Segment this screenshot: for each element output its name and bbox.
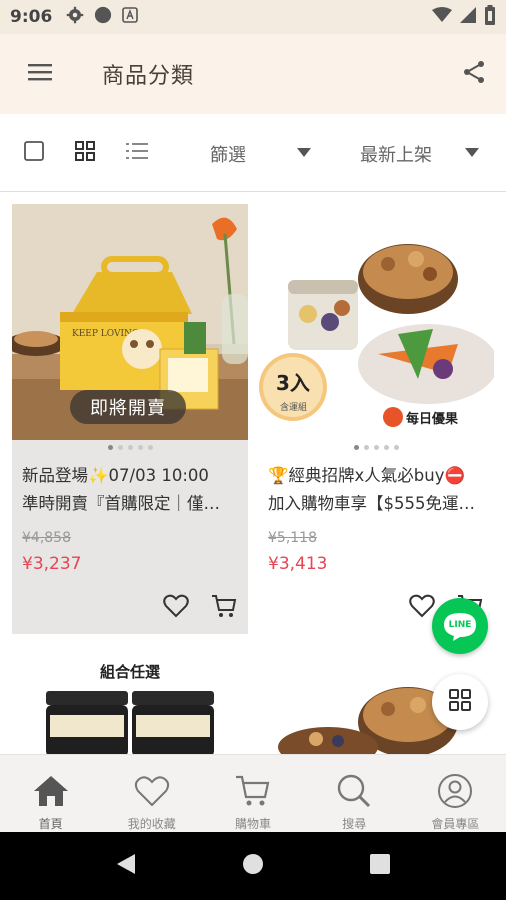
product-title[interactable]: 新品登場✨07/03 10:00 準時開賣『首購限定｜僅…	[22, 462, 240, 518]
sort-dropdown[interactable]: 最新上架	[360, 141, 432, 167]
product-image[interactable]	[12, 687, 248, 754]
sale-price: ¥3,413	[268, 554, 328, 574]
home-circle-icon	[241, 852, 265, 880]
search-icon	[334, 771, 374, 811]
font-status-icon	[122, 7, 139, 27]
signal-icon	[460, 7, 476, 27]
nav-label: 首頁	[38, 817, 63, 831]
square-icon	[24, 141, 44, 165]
heart-icon	[132, 771, 172, 811]
category-grid-button[interactable]	[432, 674, 488, 730]
grid-icon	[449, 689, 471, 715]
image-pager-dots	[12, 445, 248, 450]
nav-label: 購物車	[235, 817, 272, 831]
product-image[interactable]: 3入 含運組 每日優果	[258, 204, 494, 440]
back-triangle-icon	[115, 852, 137, 880]
home-system-button[interactable]	[237, 850, 269, 882]
combo-label: 組合任選	[99, 663, 160, 681]
product-card[interactable]: 組合任選	[12, 647, 248, 754]
home-icon	[31, 771, 71, 811]
nav-label: 搜尋	[342, 817, 367, 831]
sort-chevron-down-icon[interactable]	[465, 148, 479, 157]
original-price: ¥5,118	[268, 530, 317, 546]
coming-soon-badge: 即將開賣	[70, 390, 186, 424]
grid-view-button[interactable]	[72, 140, 98, 166]
nav-item-search[interactable]: 搜尋	[304, 755, 405, 832]
view-toolbar: 篩選 最新上架	[0, 114, 506, 192]
nav-item-member[interactable]: 會員專區	[405, 755, 506, 832]
favorite-button[interactable]	[408, 594, 436, 622]
grid-icon	[75, 141, 95, 165]
line-chat-button[interactable]: LINE	[432, 598, 488, 654]
cart-icon	[211, 594, 237, 622]
share-icon	[462, 60, 486, 88]
product-card[interactable]: KEEP LOVING 即將開賣 新品登場✨07/03 10:00 準時開賣『首…	[12, 204, 248, 634]
circle-status-icon	[94, 6, 112, 28]
list-view-button[interactable]	[124, 140, 150, 166]
single-view-button[interactable]	[21, 140, 47, 166]
menu-button[interactable]	[0, 34, 80, 114]
recents-button[interactable]	[364, 850, 396, 882]
bundle-sub: 含運組	[280, 401, 307, 413]
heart-icon	[163, 594, 189, 622]
line-chat-icon: LINE	[442, 612, 478, 641]
page-title: 商品分類	[102, 64, 195, 89]
bottom-nav: 首頁 我的收藏 購物車 搜尋 會員專區	[0, 754, 506, 832]
status-time: 9:06	[10, 7, 53, 27]
user-icon	[435, 771, 475, 811]
nav-item-cart[interactable]: 購物車	[202, 755, 303, 832]
product-title[interactable]: 🏆經典招牌x人氣必buy⛔ 加入購物車享【$555免運…	[268, 462, 486, 518]
hamburger-icon	[28, 62, 52, 86]
list-icon	[126, 142, 148, 164]
line-label: LINE	[448, 619, 472, 630]
brand-logo: 每日優果	[406, 411, 458, 427]
sale-price: ¥3,237	[22, 554, 82, 574]
favorite-button[interactable]	[162, 594, 190, 622]
recents-square-icon	[369, 853, 391, 879]
original-price: ¥4,858	[22, 530, 71, 546]
product-image[interactable]: KEEP LOVING 即將開賣	[12, 204, 248, 440]
heart-icon	[409, 594, 435, 622]
battery-icon	[484, 5, 496, 29]
nav-item-home[interactable]: 首頁	[0, 755, 101, 832]
system-nav-bar	[0, 832, 506, 900]
product-card[interactable]: 3入 含運組 每日優果 🏆經典招牌x人氣必buy⛔ 加入購物車享【$555免運……	[258, 204, 494, 634]
image-pager-dots	[258, 445, 494, 450]
wifi-icon	[432, 7, 452, 27]
cart-icon	[233, 771, 273, 811]
add-to-cart-button[interactable]	[210, 594, 238, 622]
nav-label: 我的收藏	[127, 817, 176, 831]
nav-item-favorites[interactable]: 我的收藏	[101, 755, 202, 832]
filter-chevron-down-icon[interactable]	[297, 148, 311, 157]
nav-label: 會員專區	[431, 817, 480, 831]
app-bar: 商品分類	[0, 34, 506, 114]
bundle-count: 3入	[276, 371, 310, 395]
back-button[interactable]	[110, 850, 142, 882]
product-grid: KEEP LOVING 即將開賣 新品登場✨07/03 10:00 準時開賣『首…	[0, 192, 506, 754]
share-button[interactable]	[452, 52, 496, 96]
status-bar: 9:06	[0, 0, 506, 34]
settings-icon	[66, 6, 84, 28]
filter-dropdown[interactable]: 篩選	[210, 141, 246, 167]
